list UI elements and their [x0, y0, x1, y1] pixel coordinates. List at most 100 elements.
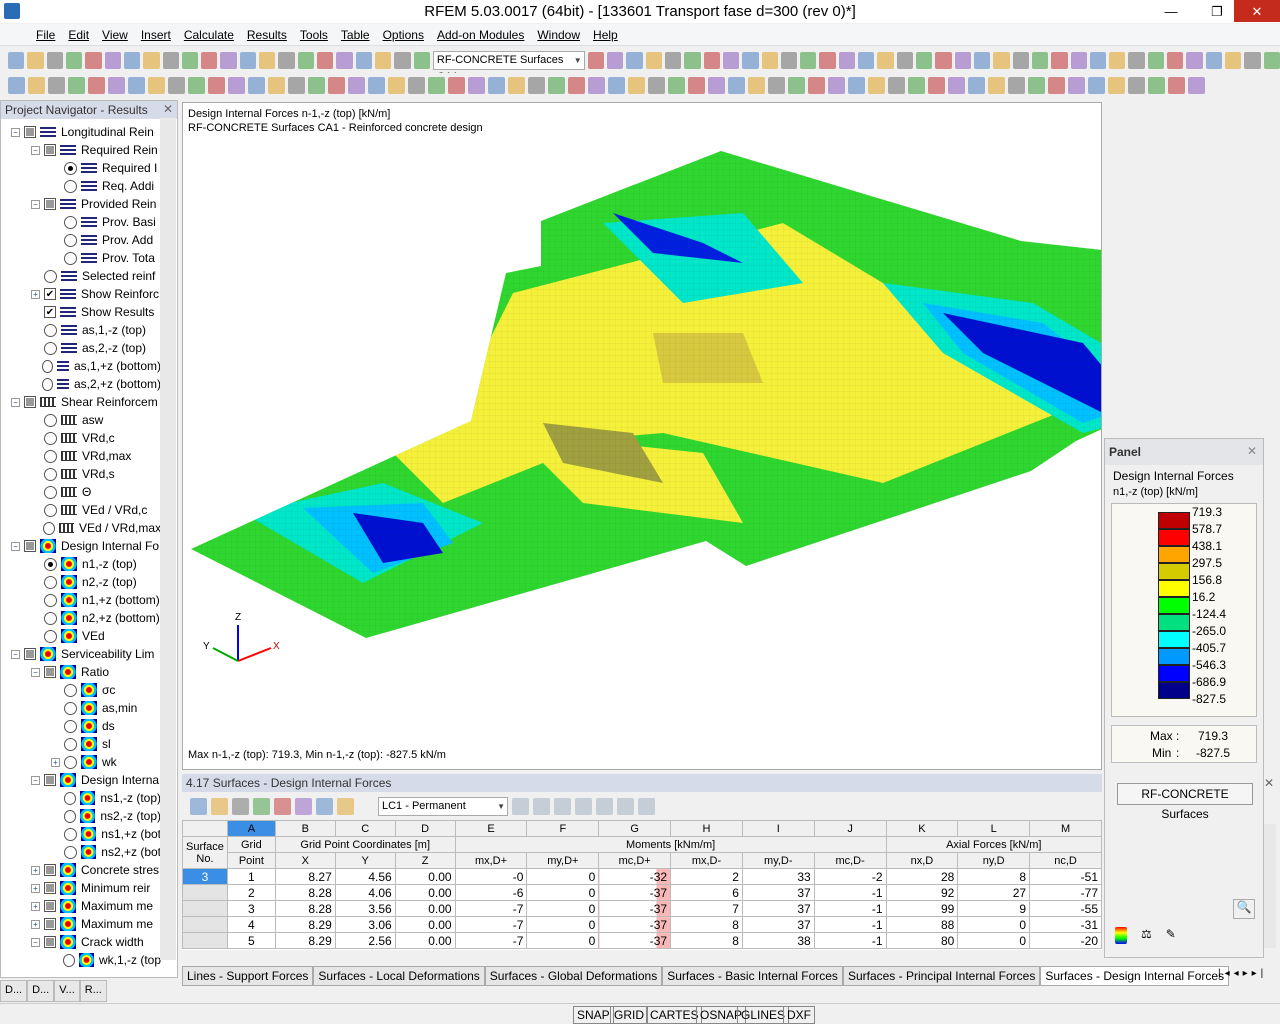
toolbar-icon[interactable] — [800, 52, 817, 69]
toolbar-icon[interactable] — [968, 77, 985, 94]
toolbar-icon[interactable] — [728, 77, 745, 94]
table-cell[interactable]: -6 — [454, 884, 528, 901]
toolbar-icon[interactable] — [1109, 52, 1126, 69]
table-cell[interactable]: 88 — [885, 916, 959, 933]
toolbar-icon[interactable] — [85, 52, 102, 69]
toolbar-icon[interactable] — [1186, 52, 1203, 69]
toolbar-icon[interactable] — [626, 52, 643, 69]
radio-button[interactable] — [44, 413, 57, 427]
toolbar-icon[interactable] — [278, 52, 295, 69]
nav-item[interactable]: −sl — [51, 735, 161, 753]
status-toggle-grid[interactable]: GRID — [610, 1006, 648, 1024]
menu-help[interactable]: Help — [593, 28, 618, 42]
radio-button[interactable] — [64, 161, 77, 175]
toolbar-icon[interactable] — [828, 77, 845, 94]
nav-item[interactable]: + ✔ Show Reinforc — [31, 285, 161, 303]
toolbar-icon[interactable] — [201, 52, 218, 69]
checkbox[interactable] — [24, 126, 36, 138]
toolbar-icon[interactable] — [708, 77, 725, 94]
table-cell[interactable]: -37 — [598, 900, 672, 917]
radio-button[interactable] — [64, 683, 77, 697]
toolbar-icon[interactable] — [935, 52, 952, 69]
nav-item[interactable]: −Prov. Add — [51, 231, 161, 249]
toolbar-icon[interactable] — [1147, 52, 1165, 69]
table-cell[interactable]: -1 — [813, 932, 887, 949]
checkbox[interactable] — [44, 774, 56, 786]
toolbar-icon[interactable] — [168, 77, 185, 94]
color-scale-icon[interactable] — [1115, 927, 1127, 944]
radio-button[interactable] — [44, 611, 57, 625]
table-toolbar-icon[interactable] — [232, 797, 249, 815]
table-cell[interactable]: 33 — [741, 868, 815, 885]
nav-item[interactable]: − Serviceability Lim — [11, 645, 161, 663]
table-toolbar-icon[interactable] — [274, 797, 291, 815]
navigator-tab[interactable]: R... — [79, 980, 107, 1002]
toolbar-icon[interactable] — [239, 52, 257, 69]
nav-item[interactable]: −n1,-z (top) — [31, 555, 161, 573]
toolbar-icon[interactable] — [394, 52, 411, 69]
toolbar-icon[interactable] — [388, 77, 405, 94]
navigator-scrollbar[interactable] — [160, 118, 176, 960]
toolbar-icon[interactable] — [65, 52, 83, 69]
table-tab[interactable]: Surfaces - Global Deformations — [484, 966, 663, 986]
nav-item[interactable]: −as,1,-z (top) — [31, 321, 161, 339]
close-icon[interactable]: ✕ — [1264, 776, 1274, 790]
toolbar-icon[interactable] — [128, 77, 145, 94]
radio-button[interactable] — [64, 233, 77, 247]
table-cell[interactable]: 0 — [526, 900, 600, 917]
filter-icon[interactable] — [554, 797, 571, 815]
nav-item[interactable]: − Crack width — [31, 933, 161, 951]
table-cell[interactable]: 4.56 — [334, 868, 396, 885]
toolbar-icon[interactable] — [28, 77, 45, 94]
toolbar-icon[interactable] — [868, 77, 885, 94]
table-cell[interactable]: -20 — [1029, 932, 1102, 949]
nav-item[interactable]: −VRd,c — [31, 429, 161, 447]
column-letter[interactable]: A — [226, 820, 276, 837]
table-cell[interactable]: -51 — [1029, 868, 1102, 885]
radio-button[interactable] — [44, 431, 57, 445]
table-cell[interactable]: 37 — [741, 884, 815, 901]
table-cell[interactable]: 8.27 — [274, 868, 336, 885]
close-icon[interactable]: ✕ — [1247, 444, 1257, 458]
column-letter[interactable]: J — [813, 820, 887, 837]
toolbar-icon[interactable] — [628, 77, 645, 94]
toolbar-icon[interactable] — [428, 77, 445, 94]
table-row[interactable]: 3 8.28 3.56 0.00 -7 0 -37 7 37 -1 99 9 -55 — [182, 900, 1102, 917]
tab-navigation[interactable]: |◂◂▸▸| — [1218, 968, 1267, 979]
toolbar-icon[interactable] — [48, 77, 65, 94]
table-toolbar-icon[interactable] — [295, 797, 312, 815]
nav-item[interactable]: −ns2,-z (top) — [51, 807, 161, 825]
table-cell[interactable]: 2 — [226, 884, 276, 901]
table-cell[interactable]: 8.29 — [274, 916, 336, 933]
nav-item[interactable]: − Shear Reinforcem — [11, 393, 161, 411]
checkbox[interactable] — [44, 936, 56, 948]
row-header[interactable] — [182, 916, 228, 933]
toolbar-icon[interactable] — [703, 52, 720, 69]
table-cell[interactable]: 2 — [670, 868, 743, 885]
expand-icon[interactable]: + — [31, 883, 40, 893]
toolbar-icon[interactable] — [228, 77, 245, 94]
radio-button[interactable] — [64, 179, 77, 193]
radio-button[interactable] — [64, 251, 77, 265]
table-cell[interactable]: -2 — [813, 868, 887, 885]
table-cell[interactable]: 0 — [957, 916, 1031, 933]
nav-item[interactable]: −n2,-z (top) — [31, 573, 161, 591]
collapse-icon[interactable]: − — [31, 145, 40, 155]
nav-item[interactable]: − Longitudinal Rein — [11, 123, 161, 141]
collapse-icon[interactable]: − — [11, 127, 20, 137]
table-cell[interactable]: 0.00 — [394, 884, 456, 901]
table-cell[interactable]: -37 — [598, 884, 672, 901]
table-tab[interactable]: Lines - Support Forces — [182, 966, 314, 986]
toolbar-icon[interactable] — [1028, 77, 1045, 94]
table-row[interactable]: 4 8.29 3.06 0.00 -7 0 -37 8 37 -1 88 0 -31 — [182, 916, 1102, 933]
toolbar-icon[interactable] — [761, 52, 778, 69]
table-cell[interactable]: -1 — [813, 900, 887, 917]
column-letter[interactable]: I — [741, 820, 815, 837]
table-cell[interactable]: -31 — [1029, 916, 1102, 933]
table-cell[interactable]: 0 — [526, 868, 600, 885]
table-cell[interactable]: 5 — [226, 932, 276, 949]
toolbar-icon[interactable] — [858, 52, 875, 69]
column-letter[interactable]: M — [1029, 820, 1102, 837]
menu-options[interactable]: Options — [383, 28, 424, 42]
toolbar-icon[interactable] — [722, 52, 740, 69]
